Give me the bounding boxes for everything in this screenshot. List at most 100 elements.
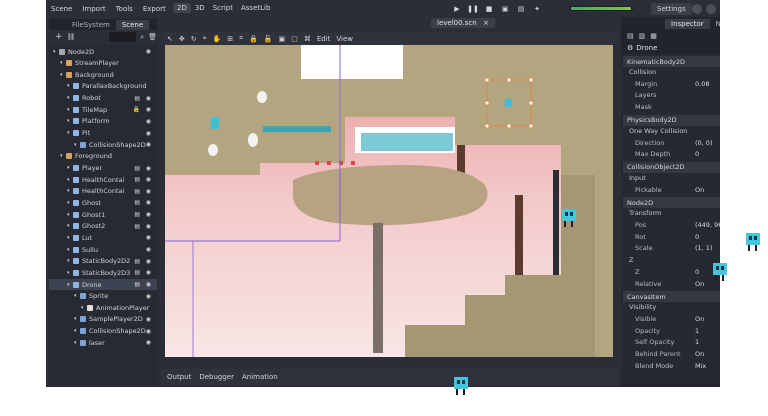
node-filter-input[interactable] (109, 32, 137, 42)
tree-node[interactable]: ▾ TileMap 🔒 ◉ (49, 104, 157, 115)
ungroup-icon[interactable]: ▢ (291, 35, 298, 43)
play-icon[interactable]: ▶ (451, 3, 463, 15)
delete-node-icon[interactable]: 🗑 (148, 33, 157, 41)
visibility-eye-icon[interactable]: ◉ (146, 199, 151, 206)
visibility-eye-icon[interactable]: ◉ (146, 339, 151, 346)
play-custom-icon[interactable]: ▤ (515, 3, 527, 15)
tree-node[interactable]: ▾ SamplePlayer2D ◉ (49, 314, 157, 325)
tree-node[interactable]: ▾ Ghost1 ▤ ◉ (49, 209, 157, 220)
inspector-section-header[interactable]: CanvasItem (623, 291, 720, 303)
tree-node[interactable]: ▾ Robot ▤ ◉ (49, 93, 157, 104)
property-value[interactable]: 0 (695, 233, 699, 241)
script-icon[interactable]: ▤ (134, 165, 140, 172)
property-value[interactable]: 1 (695, 327, 699, 335)
tree-node[interactable]: ▾ Sprite ◉ (49, 291, 157, 302)
property-value[interactable]: (0, 0) (695, 139, 712, 147)
tree-node[interactable]: ▾ Lut ◉ (49, 232, 157, 243)
visibility-eye-icon[interactable]: ◉ (146, 328, 151, 335)
inspector-subgroup[interactable]: One Way Collision (629, 127, 687, 135)
unlock-icon[interactable]: 🔓 (264, 35, 273, 43)
window-close-icon[interactable] (706, 4, 716, 14)
move-tool-icon[interactable]: ✥ (179, 35, 185, 43)
group-icon[interactable]: ▣ (279, 35, 286, 43)
inspector-subgroup[interactable]: Collision (629, 68, 656, 76)
tree-node[interactable]: ▾ Pit ◉ (49, 128, 157, 139)
tab-scene[interactable]: Scene (115, 20, 150, 30)
visibility-eye-icon[interactable]: ◉ (146, 258, 151, 265)
lock-icon[interactable]: 🔒 (249, 35, 258, 43)
settings-button[interactable]: Settings (651, 3, 692, 15)
property-value[interactable]: Mix (695, 362, 706, 370)
property-value[interactable]: On (695, 186, 704, 194)
script-icon[interactable]: ▤ (134, 199, 140, 206)
tree-node[interactable]: ▾ laser ◉ (49, 337, 157, 348)
close-icon[interactable]: × (483, 19, 489, 27)
tree-node[interactable]: ▾ Foreground (49, 151, 157, 162)
tree-node[interactable]: ▾ Sullu ◉ (49, 244, 157, 255)
tree-node[interactable]: ▾ Ghost2 ▤ ◉ (49, 221, 157, 232)
visibility-eye-icon[interactable]: ◉ (146, 234, 151, 241)
property-value[interactable]: 0.08 (695, 80, 709, 88)
visibility-eye-icon[interactable]: ◉ (146, 223, 151, 230)
menu-tools[interactable]: Tools (111, 5, 138, 13)
canvas-viewport[interactable] (165, 45, 613, 357)
visibility-eye-icon[interactable]: ◉ (146, 281, 151, 288)
edit-menu[interactable]: Edit (317, 35, 331, 43)
tree-node[interactable]: ▾ Ghost ▤ ◉ (49, 197, 157, 208)
tree-node[interactable]: ▾ Platform ◉ (49, 116, 157, 127)
menu-export[interactable]: Export (138, 5, 171, 13)
lock-icon[interactable]: 🔒 (133, 106, 140, 113)
visibility-eye-icon[interactable]: ◉ (146, 293, 151, 300)
inspector-subgroup[interactable]: Z (629, 256, 633, 264)
tab-inspector[interactable]: Inspector (665, 19, 710, 29)
tree-node[interactable]: ▾ Background (49, 69, 157, 80)
property-value[interactable]: (1, 1) (695, 244, 712, 252)
script-icon[interactable]: ▤ (134, 223, 140, 230)
inspector-subgroup[interactable]: Visibility (629, 303, 656, 311)
add-node-icon[interactable]: + (55, 32, 63, 42)
script-icon[interactable]: ▤ (134, 95, 140, 102)
property-value[interactable]: 1 (695, 338, 699, 346)
script-icon[interactable]: ▤ (134, 188, 140, 195)
visibility-eye-icon[interactable]: ◉ (146, 246, 151, 253)
inspector-section-header[interactable]: CollisionObject2D (623, 161, 720, 173)
mode-assetlib-button[interactable]: AssetLib (237, 3, 274, 13)
tree-node[interactable]: ▾ Player ▤ ◉ (49, 163, 157, 174)
property-value[interactable]: On (695, 280, 704, 288)
bones-icon[interactable]: ⌘ (304, 35, 311, 43)
visibility-eye-icon[interactable]: ◉ (146, 176, 151, 183)
stop-icon[interactable]: ■ (483, 3, 495, 15)
pivot-tool-icon[interactable]: ⌖ (203, 34, 207, 43)
tree-node[interactable]: ▾ ParallaxBackground (49, 81, 157, 92)
tree-node[interactable]: ▾ Node2D ◉ (49, 46, 157, 57)
debug-options-icon[interactable]: ✦ (531, 3, 543, 15)
visibility-eye-icon[interactable]: ◉ (146, 95, 151, 102)
window-button-icon[interactable] (692, 4, 702, 14)
property-value[interactable]: (449, 96) (695, 221, 720, 229)
inspector-subgroup[interactable]: Input (629, 174, 646, 182)
instance-scene-icon[interactable]: ⛓ (67, 33, 76, 41)
visibility-eye-icon[interactable]: ◉ (146, 130, 151, 137)
inspector-subgroup[interactable]: Transform (629, 209, 661, 217)
visibility-eye-icon[interactable]: ◉ (146, 316, 151, 323)
script-icon[interactable]: ▤ (134, 269, 140, 276)
tree-node[interactable]: ▾ StaticBody2D2 ▤ ◉ (49, 256, 157, 267)
visibility-eye-icon[interactable]: ◉ (146, 211, 151, 218)
mode-2d-button[interactable]: 2D (173, 3, 191, 13)
menu-import[interactable]: Import (77, 5, 110, 13)
ruler-icon[interactable]: ⊞ (227, 35, 233, 43)
script-icon[interactable]: ▤ (134, 211, 140, 218)
script-icon[interactable]: ▤ (134, 281, 140, 288)
tree-node[interactable]: ▾ StaticBody2D3 ▤ ◉ (49, 267, 157, 278)
property-value[interactable]: 0 (695, 268, 699, 276)
mode-script-button[interactable]: Script (209, 3, 237, 13)
new-resource-icon[interactable]: ▤ (627, 32, 634, 40)
play-scene-icon[interactable]: ▣ (499, 3, 511, 15)
inspector-section-header[interactable]: KinematicBody2D (623, 56, 720, 67)
tree-node[interactable]: ▾ CollisionShape2D ◉ (49, 326, 157, 337)
tab-node[interactable]: Node (710, 19, 720, 29)
select-tool-icon[interactable]: ↖ (167, 35, 173, 43)
visibility-eye-icon[interactable]: ◉ (146, 141, 151, 148)
tree-node[interactable]: ▾ CollisionShape2D ◉ (49, 139, 157, 150)
inspector-section-header[interactable]: PhysicsBody2D (623, 114, 720, 126)
